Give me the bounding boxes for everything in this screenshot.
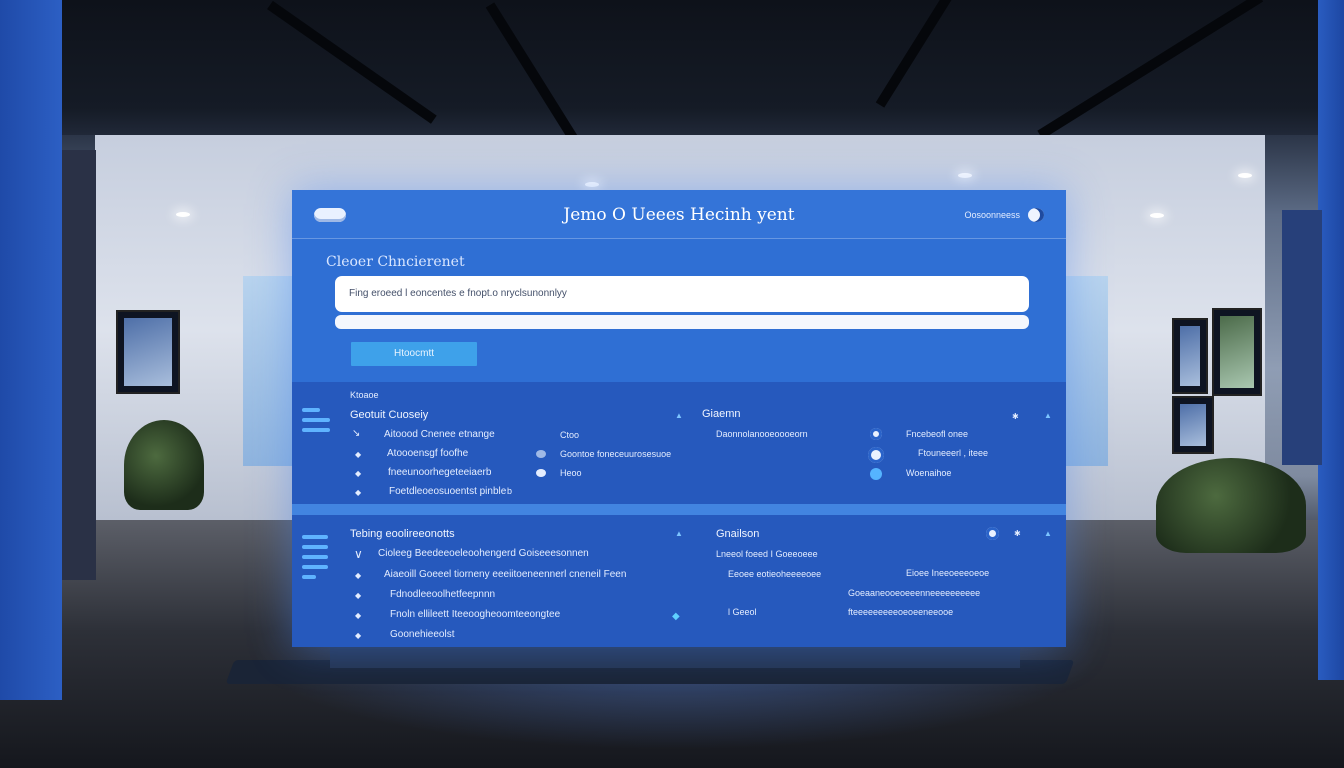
secondary-input[interactable] <box>335 315 1029 329</box>
list-item-text: l Geeol <box>728 607 757 617</box>
ceiling-light <box>1238 173 1252 178</box>
wall-frame <box>1212 308 1262 396</box>
plant <box>124 420 204 510</box>
ceiling-light <box>1150 213 1164 218</box>
list-item-text: Eeoee eotieoheeeeoee <box>728 569 822 579</box>
left-side-screen <box>243 276 293 466</box>
bullet-icon: ◆ <box>355 469 362 478</box>
bullet-icon: ◆ <box>355 450 362 459</box>
header-user-area[interactable]: Oosoonneess <box>964 208 1044 222</box>
bullet-icon: ◆ <box>355 631 362 640</box>
ceiling-light <box>958 173 972 178</box>
bullet-icon: ◆ <box>355 611 362 620</box>
card-side-bars <box>302 535 328 579</box>
list-item-text: fneeunoorhegeteeiaerb <box>388 467 492 478</box>
card-top-right-title: Giaemn <box>702 408 741 420</box>
list-item-value: Ctoo <box>560 430 580 440</box>
list-item-text: Fdnodleeoolhetfeepnnn <box>390 589 496 600</box>
card-top-label: Ktoaoe <box>350 390 379 400</box>
section-divider <box>292 504 1066 515</box>
list-item-text: Cioleeg Beedeeoeleoohengerd Goiseeesonne… <box>378 548 589 559</box>
ui-panel: Jemo O Ueees Hecinh yent Oosoonneess Cle… <box>292 190 1066 647</box>
ceiling-light <box>176 212 190 217</box>
left-wall <box>0 0 62 700</box>
results-card-top: Ktoaoe Geotuit Cuoseiy ▲ ↘ Aitoood Cnene… <box>292 382 1066 504</box>
card-bottom-left-title: Tebing eoolireeonotts <box>350 528 455 540</box>
card-side-bars <box>302 408 330 432</box>
chevron-down-icon[interactable]: ↘ <box>352 428 360 439</box>
list-item-value: Heoo <box>560 468 582 478</box>
expand-icon[interactable]: ◆ <box>672 611 680 622</box>
display-stand <box>330 646 1020 668</box>
list-item-text: Fnoln ellileett Iteeoogheoomteeongtee <box>390 609 561 620</box>
toggle-icon[interactable] <box>536 469 546 477</box>
form-section-label: Cleoer Chncierenet <box>326 254 465 270</box>
list-item-text: Daonnolanooeoooeorn <box>716 429 808 439</box>
right-side-screen <box>1064 276 1108 466</box>
list-item-text: Lneeol foeed I Goeeoeee <box>716 549 818 559</box>
wall-frame <box>1172 318 1208 394</box>
card-bottom-right-title: Gnailson <box>716 528 760 540</box>
list-item-value: Woenaihoe <box>906 468 952 478</box>
wall-frame <box>116 310 180 394</box>
list-item-value: Goontoe foneceuurosesuoe <box>560 449 672 459</box>
bullet-icon: ◆ <box>355 488 362 497</box>
app-header: Jemo O Ueees Hecinh yent Oosoonneess <box>292 190 1066 239</box>
wall-frame <box>1172 396 1214 454</box>
list-item-text: Goonehieeolst <box>390 629 455 640</box>
right-window <box>1282 210 1322 465</box>
globe-icon[interactable] <box>986 527 999 540</box>
card-top-left-title: Geotuit Cuoseiy <box>350 409 429 421</box>
chevron-down-icon[interactable]: ∨ <box>354 547 363 561</box>
collapse-icon[interactable]: ▲ <box>1044 529 1052 538</box>
query-input[interactable]: Fing eroeed l eoncentes e fnopt.o nrycls… <box>335 276 1029 312</box>
collapse-icon[interactable]: ▲ <box>675 411 683 420</box>
header-user-label: Oosoonneess <box>964 210 1020 220</box>
list-item-value: fteeeeeeeeeoeoeeneeooe <box>848 607 954 617</box>
plant <box>1156 458 1306 553</box>
settings-icon[interactable]: ✱ <box>1012 412 1019 421</box>
app-title: Jemo O Ueees Hecinh yent <box>563 205 795 225</box>
bullet-icon: ◆ <box>355 591 362 600</box>
list-item-text: Atoooensgf foofhe <box>387 448 469 459</box>
list-item-text: Aiaeoill Goeeel tiorneny eeeiitoeneenner… <box>384 569 627 580</box>
status-icon[interactable] <box>870 468 882 480</box>
settings-icon[interactable]: ✱ <box>1014 529 1021 538</box>
list-item-value: Goeaaneooeoeeenneeeeeeeeee <box>848 588 981 598</box>
left-pillar <box>62 150 96 580</box>
results-card-bottom: Tebing eoolireeonotts ▲ ∨ Cioleeg Beedee… <box>292 515 1066 647</box>
list-item-value: b <box>507 486 513 496</box>
submit-button[interactable]: Htoocmtt <box>351 342 477 366</box>
user-avatar-icon[interactable] <box>1028 208 1044 222</box>
status-icon[interactable] <box>870 428 882 440</box>
list-item-value: Fncebeofl onee <box>906 429 969 439</box>
list-item-text: Foetdleoeosuoentst pinble <box>389 486 507 497</box>
collapse-icon[interactable]: ▲ <box>1044 411 1052 420</box>
list-item-value: Eioee Ineeoeeeoeoe <box>906 568 990 578</box>
collapse-icon[interactable]: ▲ <box>675 529 683 538</box>
list-item-value: Ftouneeerl , iteee <box>918 448 989 458</box>
bullet-icon: ◆ <box>355 571 362 580</box>
toggle-icon[interactable] <box>536 450 546 458</box>
status-icon[interactable] <box>868 447 884 463</box>
ceiling-light <box>585 182 599 187</box>
list-item-text: Aitoood Cnenee etnange <box>384 429 495 440</box>
